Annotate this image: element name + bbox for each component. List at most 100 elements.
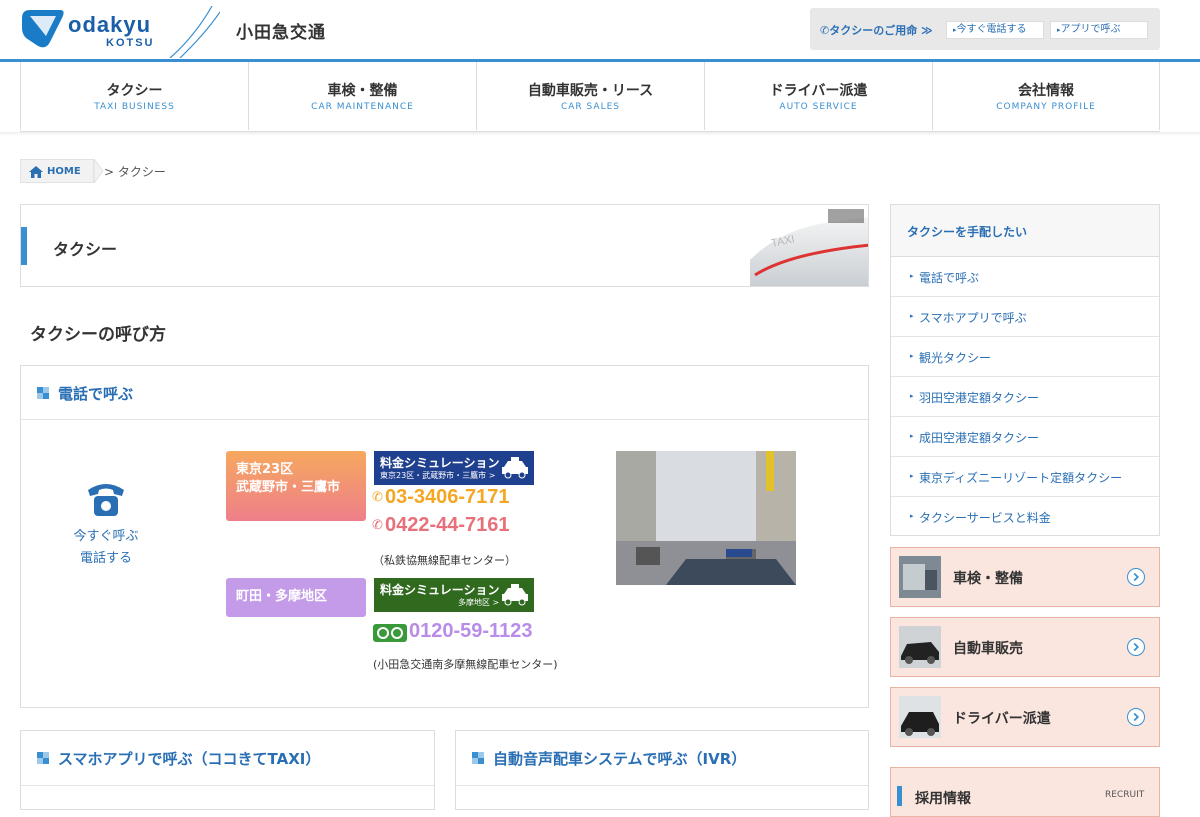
promo-car-maintenance[interactable]: 車検・整備 xyxy=(890,547,1160,607)
square-bullet-icon xyxy=(37,752,49,764)
sidebar-menu: タクシーを手配したい ▸ 電話で呼ぶ ▸ スマホアプリで呼ぶ ▸ 観光タクシー ▸ 羽田… xyxy=(890,204,1160,536)
title-accent-bar xyxy=(21,227,27,265)
recruit-accent-bar xyxy=(897,786,902,806)
taxi-header-image: TAXI xyxy=(750,205,868,286)
breadcrumb-separator: > xyxy=(104,165,115,179)
ivr-panel-title: 自動音声配車システムで呼ぶ（IVR） xyxy=(493,750,747,768)
sidebar-item-label: 羽田空港定額タクシー xyxy=(919,391,1040,405)
area-musashino-label: 武蔵野市・三鷹市 xyxy=(236,480,341,495)
home-icon xyxy=(29,166,43,178)
maintenance-thumbnail xyxy=(899,556,941,598)
section-heading: タクシーの呼び方 xyxy=(30,325,166,345)
ivr-call-panel: 自動音声配車システムで呼ぶ（IVR） xyxy=(455,730,869,810)
fare-simulation-area: 多摩地区 > xyxy=(458,598,500,607)
recruit-banner[interactable]: 採用情報 RECRUIT xyxy=(890,767,1160,817)
phone-panel-header: 電話で呼ぶ xyxy=(21,366,868,420)
phone-icon: ✆ xyxy=(372,518,383,533)
nav-sublabel: CAR SALES xyxy=(560,102,620,112)
recruit-label: 採用情報 xyxy=(915,791,971,807)
chevron-right-icon xyxy=(1127,638,1145,656)
nav-sublabel: AUTO SERVICE xyxy=(779,102,858,112)
fare-simulation-tokyo-button[interactable]: 料金シミュレーション 東京23区・武蔵野市・三鷹市 > xyxy=(374,451,534,485)
app-panel-title: スマホアプリで呼ぶ（ココきてTAXI） xyxy=(58,750,321,768)
square-bullet-icon xyxy=(37,387,49,399)
call-now-line1: 今すぐ呼ぶ xyxy=(73,529,139,544)
area-tokyo23-button[interactable]: 東京23区 武蔵野市・三鷹市 xyxy=(226,451,366,521)
nav-car-maintenance[interactable]: 車検・整備 CAR MAINTENANCE xyxy=(248,62,476,130)
taxi-order-text: タクシーのご用命 ≫ xyxy=(829,24,933,37)
arrow-icon: ▸ xyxy=(910,472,914,480)
sidebar-item-disney[interactable]: ▸ 東京ディズニーリゾート定額タクシー xyxy=(891,457,1159,497)
global-nav: タクシー TAXI BUSINESS 車検・整備 CAR MAINTENANCE… xyxy=(20,62,1160,132)
nav-company-profile[interactable]: 会社情報 COMPANY PROFILE xyxy=(932,62,1160,130)
nav-sublabel: COMPANY PROFILE xyxy=(996,102,1096,112)
nav-car-sales[interactable]: 自動車販売・リース CAR SALES xyxy=(476,62,704,130)
sidebar-item-label: 観光タクシー xyxy=(919,351,992,365)
arrow-icon: ▸ xyxy=(910,312,914,320)
call-now-link[interactable]: 今すぐ呼ぶ 電話する xyxy=(66,526,146,570)
sidebar-heading: タクシーを手配したい xyxy=(891,205,1159,257)
phone-icon: ✆ xyxy=(820,24,830,37)
nav-sublabel: CAR MAINTENANCE xyxy=(311,102,414,112)
taxi-order-label: ✆タクシーのご用命 ≫ xyxy=(820,22,933,38)
nav-label: 会社情報 xyxy=(1018,83,1074,99)
promo-car-sales[interactable]: 自動車販売 xyxy=(890,617,1160,677)
phone-icon: ✆ xyxy=(372,490,383,505)
arrow-icon: ▸ xyxy=(910,432,914,440)
square-bullet-icon xyxy=(472,752,484,764)
tel-machida[interactable]: 0120-59-1123 xyxy=(409,620,532,643)
app-call-button[interactable]: ▸アプリで呼ぶ xyxy=(1050,21,1148,39)
sidebar-item-phone[interactable]: ▸ 電話で呼ぶ xyxy=(891,257,1159,297)
phone-panel-title: 電話で呼ぶ xyxy=(58,385,134,403)
breadcrumb-arrow-icon xyxy=(94,159,104,183)
sidebar-heading-label: タクシーを手配したい xyxy=(907,225,1028,239)
sidebar-item-sightseeing[interactable]: ▸ 観光タクシー xyxy=(891,337,1159,377)
sidebar-item-app[interactable]: ▸ スマホアプリで呼ぶ xyxy=(891,297,1159,337)
company-name: 小田急交通 xyxy=(236,23,326,43)
car-sales-thumbnail xyxy=(899,626,941,668)
arrow-icon: ▸ xyxy=(910,512,914,520)
area-machida-label: 町田・多摩地区 xyxy=(236,589,328,604)
call-now-line2: 電話する xyxy=(79,551,132,566)
utility-bar: ✆タクシーのご用命 ≫ ▸今すぐ電話する ▸アプリで呼ぶ xyxy=(810,8,1160,50)
promo-label: ドライバー派遣 xyxy=(953,711,1051,727)
promo-label: 自動車販売 xyxy=(953,641,1023,657)
sidebar-item-service[interactable]: ▸ タクシーサービスと料金 xyxy=(891,497,1159,537)
sidebar-item-haneda[interactable]: ▸ 羽田空港定額タクシー xyxy=(891,377,1159,417)
breadcrumb-home[interactable]: HOME xyxy=(20,159,104,183)
sidebar-item-narita[interactable]: ▸ 成田空港定額タクシー xyxy=(891,417,1159,457)
nav-label: 自動車販売・リース xyxy=(527,83,654,99)
fare-simulation-area: 東京23区・武蔵野市・三鷹市 > xyxy=(380,471,496,480)
fare-simulation-tama-button[interactable]: 料金シミュレーション 多摩地区 > xyxy=(374,578,534,612)
nav-sublabel: TAXI BUSINESS xyxy=(94,102,175,112)
breadcrumb-home-label: HOME xyxy=(47,166,81,177)
arrow-icon: ▸ xyxy=(910,272,914,280)
taxi-car-icon xyxy=(502,457,528,479)
chevron-right-icon xyxy=(1127,568,1145,586)
recruit-sublabel: RECRUIT xyxy=(1105,790,1145,800)
area-machida-button[interactable]: 町田・多摩地区 xyxy=(226,578,366,617)
promo-driver-dispatch[interactable]: ドライバー派遣 xyxy=(890,687,1160,747)
tel-tokyo[interactable]: 03-3406-7171 xyxy=(385,486,510,509)
fare-simulation-label: 料金シミュレーション xyxy=(380,456,500,470)
logo[interactable]: odakyu KOTSU xyxy=(20,5,221,59)
call-now-button[interactable]: ▸今すぐ電話する xyxy=(946,21,1044,39)
sidebar-item-label: スマホアプリで呼ぶ xyxy=(919,311,1027,325)
app-call-panel: スマホアプリで呼ぶ（ココきてTAXI） xyxy=(20,730,435,810)
telephone-icon xyxy=(88,484,124,516)
dispatch-center-note: (小田急交通南多摩無線配車センター) xyxy=(373,658,558,671)
driver-dispatch-thumbnail xyxy=(899,696,941,738)
phone-call-panel: 電話で呼ぶ 今すぐ呼ぶ 電話する 東京23区 武蔵野市・三鷹市 料金シミュレーシ… xyxy=(20,365,869,708)
app-call-label: アプリで呼ぶ xyxy=(1060,24,1121,35)
dispatch-center-note: （私鉄協無線配車センター） xyxy=(373,554,516,567)
arrow-icon: ▸ xyxy=(910,352,914,360)
sidebar-item-label: 電話で呼ぶ xyxy=(919,271,980,285)
tel-musashino[interactable]: 0422-44-7161 xyxy=(385,514,510,537)
sidebar-item-label: タクシーサービスと料金 xyxy=(919,511,1051,525)
nav-label: 車検・整備 xyxy=(327,83,398,99)
nav-shadow xyxy=(0,132,1200,136)
nav-taxi[interactable]: タクシー TAXI BUSINESS xyxy=(20,62,248,130)
nav-auto-service[interactable]: ドライバー派遣 AUTO SERVICE xyxy=(704,62,932,130)
arrow-icon: ▸ xyxy=(910,392,914,400)
nav-label: ドライバー派遣 xyxy=(769,83,868,99)
